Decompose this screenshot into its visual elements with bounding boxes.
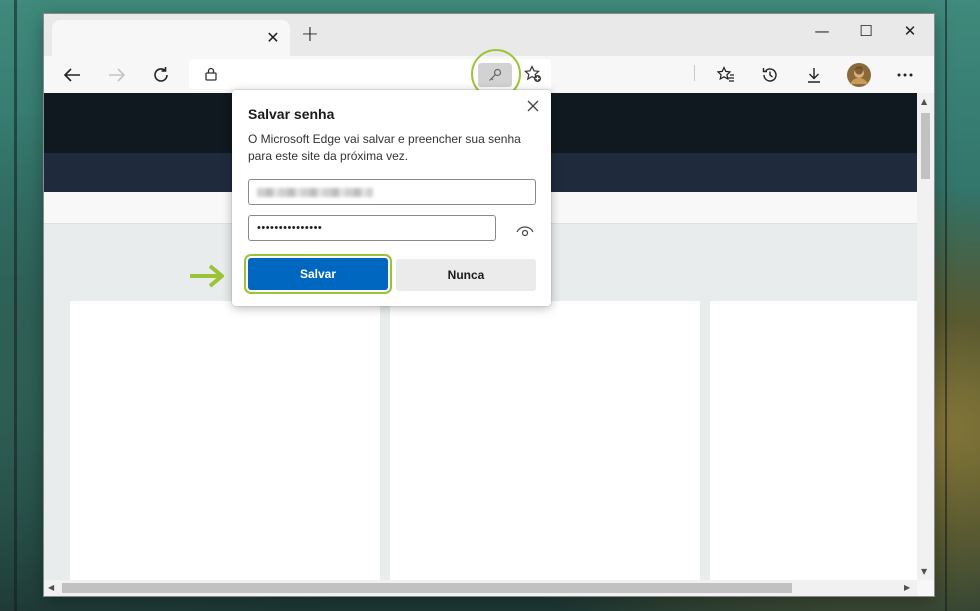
password-mask: ••••••••••••••• xyxy=(257,222,323,234)
back-button[interactable] xyxy=(56,60,88,90)
vertical-scroll-thumb[interactable] xyxy=(921,113,930,179)
never-button[interactable]: Nunca xyxy=(396,259,536,291)
downloads-icon xyxy=(808,68,820,83)
profile-avatar xyxy=(847,63,871,87)
save-button[interactable]: Salvar xyxy=(248,258,388,290)
add-favorite-icon[interactable] xyxy=(524,65,542,83)
close-window-button[interactable]: ✕ xyxy=(888,18,932,46)
dialog-description: O Microsoft Edge vai salvar e preencher … xyxy=(248,132,521,163)
username-field[interactable] xyxy=(248,179,536,205)
lock-icon xyxy=(205,67,217,81)
favorites-icon xyxy=(717,66,734,82)
close-icon xyxy=(527,100,539,112)
scroll-down-icon[interactable]: ▼ xyxy=(921,567,927,576)
vertical-scrollbar[interactable]: ▲ ▼ xyxy=(917,93,934,580)
downloads-button[interactable] xyxy=(798,60,830,90)
history-button[interactable] xyxy=(754,60,786,90)
username-blurred-value xyxy=(257,188,373,197)
favorites-button[interactable] xyxy=(710,60,742,90)
dialog-close-button[interactable] xyxy=(523,96,543,116)
new-tab-button[interactable]: + xyxy=(300,24,320,46)
wallpaper-mast-left xyxy=(14,0,17,611)
tab-close-icon[interactable]: ✕ xyxy=(264,29,282,47)
scroll-right-icon[interactable]: ▶ xyxy=(904,583,910,592)
active-tab[interactable]: ✕ xyxy=(52,20,290,56)
scroll-up-icon[interactable]: ▲ xyxy=(921,97,927,106)
refresh-icon xyxy=(154,67,168,82)
toolbar-separator xyxy=(694,65,695,81)
dialog-title: Salvar senha xyxy=(248,106,335,122)
history-icon xyxy=(762,68,777,82)
forward-icon xyxy=(109,68,126,82)
arrow-annotation-icon xyxy=(190,264,224,288)
reveal-password-button[interactable] xyxy=(512,222,538,242)
content-card xyxy=(390,301,700,580)
horizontal-scroll-thumb[interactable] xyxy=(62,583,792,593)
minimize-button[interactable]: — xyxy=(800,18,844,46)
refresh-button[interactable] xyxy=(145,60,177,90)
horizontal-scrollbar[interactable]: ◀ ▶ xyxy=(44,580,917,596)
browser-toolbar xyxy=(44,49,934,99)
more-button[interactable] xyxy=(889,60,921,90)
address-bar[interactable] xyxy=(189,49,551,99)
maximize-button[interactable]: ☐ xyxy=(844,18,888,46)
scroll-left-icon[interactable]: ◀ xyxy=(48,583,54,592)
wallpaper-mast-right xyxy=(945,0,947,611)
back-icon xyxy=(63,68,80,82)
more-icon xyxy=(897,73,913,77)
password-field[interactable]: ••••••••••••••• xyxy=(248,215,496,241)
save-password-dialog: Salvar senha O Microsoft Edge vai salvar… xyxy=(232,90,551,306)
forward-button[interactable] xyxy=(101,60,133,90)
profile-button[interactable] xyxy=(843,60,875,90)
content-card xyxy=(710,301,917,580)
content-card xyxy=(70,301,380,580)
eye-icon xyxy=(516,226,534,237)
